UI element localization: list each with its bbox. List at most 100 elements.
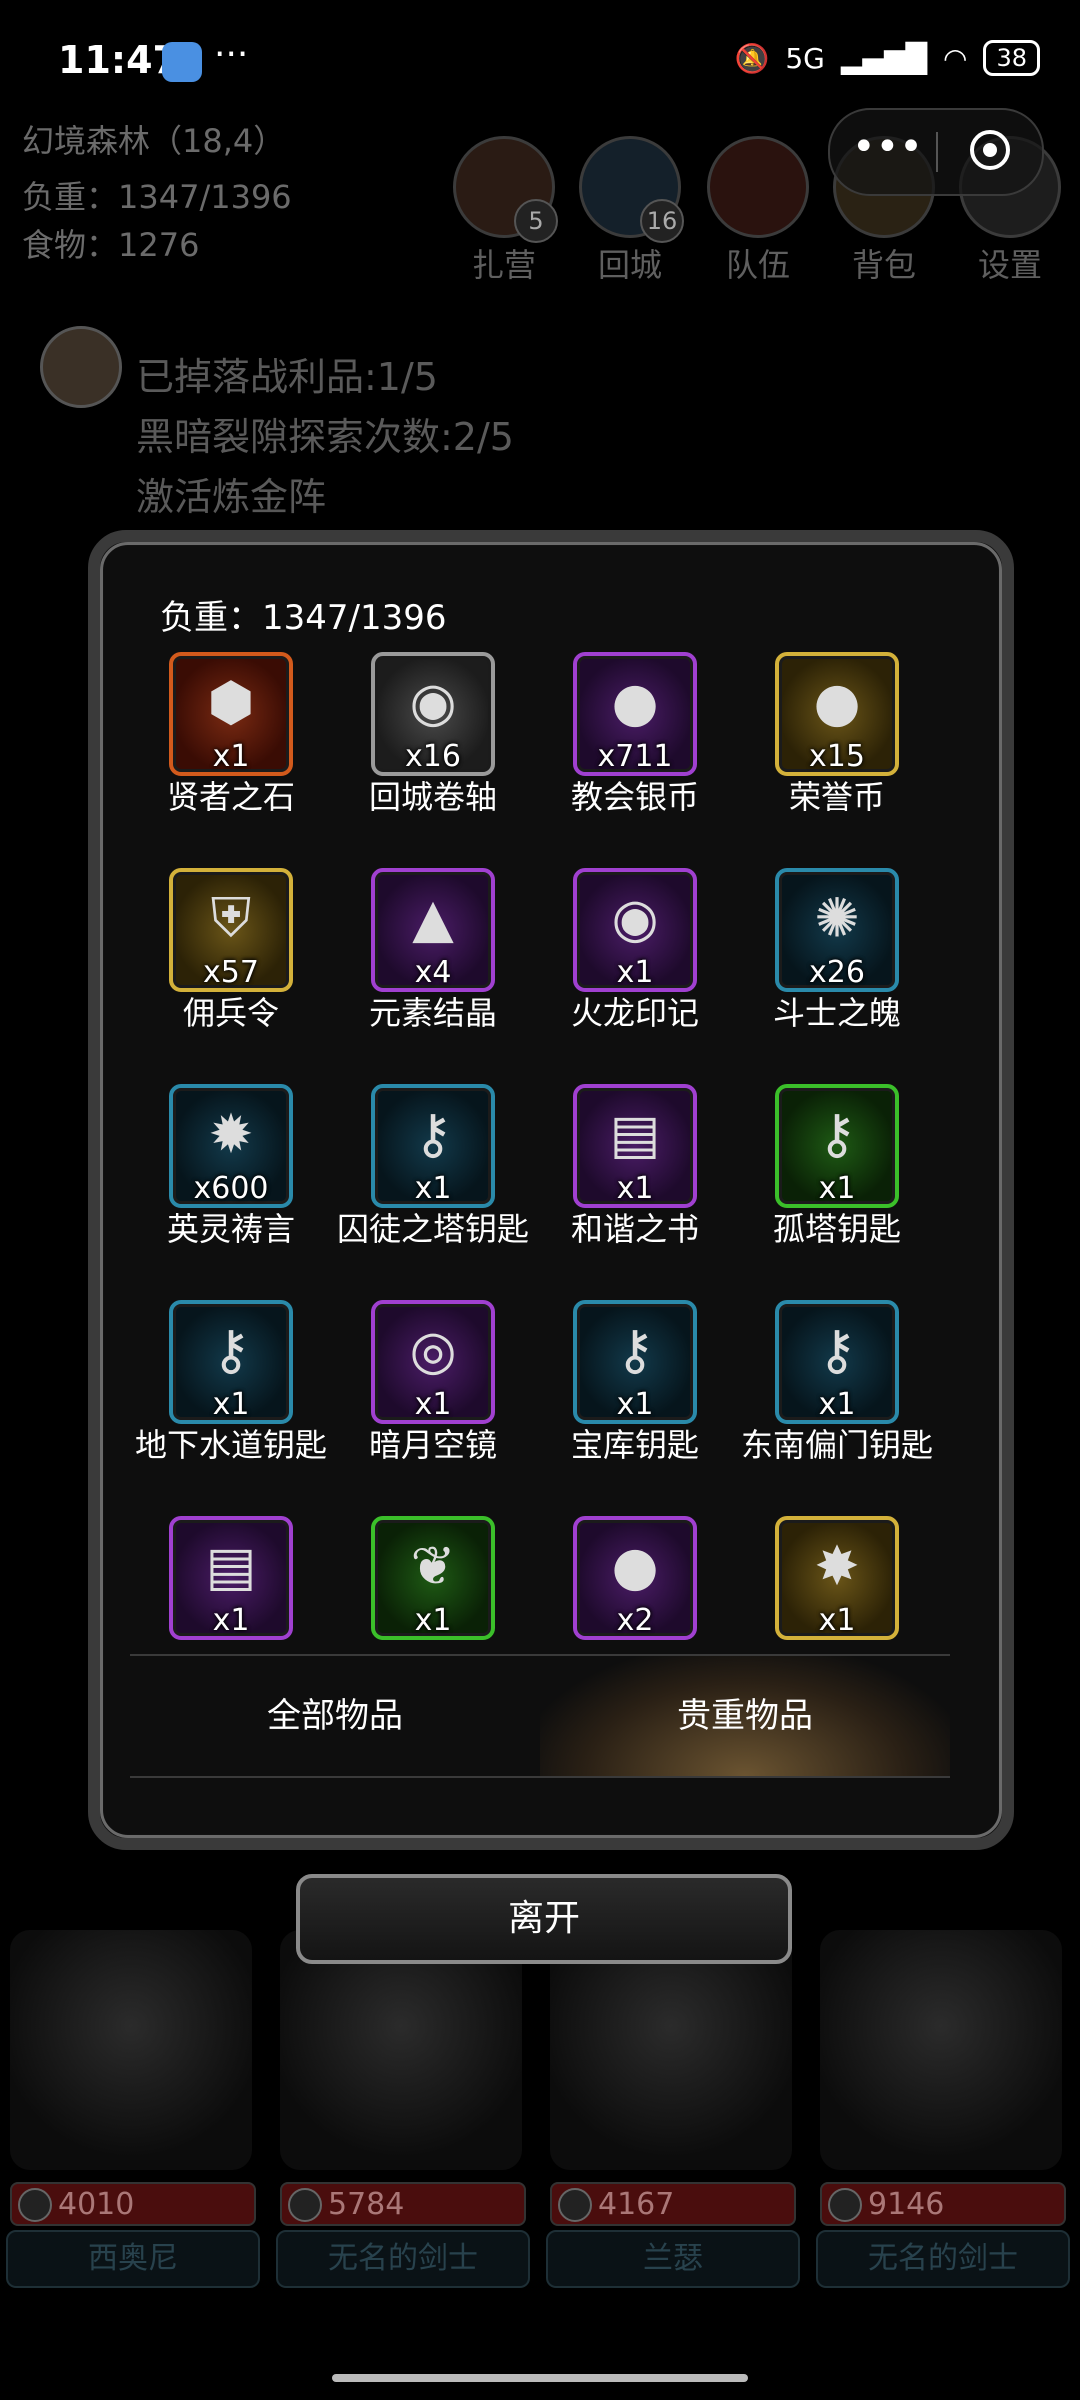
inventory-item[interactable]: ◎ x1 暗月空镜 (332, 1300, 534, 1466)
leave-button[interactable]: 离开 (296, 1874, 792, 1964)
item-quantity: x1 (818, 1387, 856, 1422)
inventory-item[interactable]: ✹ x600 英灵祷言 (130, 1084, 332, 1250)
app-notification-icon (162, 42, 202, 82)
hero-name: 无名的剑士 (816, 2230, 1070, 2288)
key-icon: ⚷ (615, 1318, 655, 1382)
hp-bar: 9146 (820, 2182, 1066, 2226)
hud-weight-label: 负重：1347/1396 (22, 178, 292, 216)
inventory-item[interactable]: ⚷ x1 囚徒之塔钥匙 (332, 1084, 534, 1250)
hp-value: 4167 (598, 2187, 675, 2222)
inventory-item[interactable]: ✸ x1 (736, 1516, 938, 1640)
inventory-item[interactable]: ❦ x1 (332, 1516, 534, 1640)
inventory-item[interactable]: ▲ x4 元素结晶 (332, 868, 534, 1034)
hero-portrait (10, 1930, 252, 2170)
item-name: 英灵祷言 (166, 1210, 295, 1248)
item-tile: ● x15 (775, 652, 899, 776)
return-town-button[interactable]: 16 回城 (578, 136, 684, 286)
camp-button[interactable]: 5 扎营 (452, 136, 558, 286)
item-name: 囚徒之塔钥匙 (336, 1210, 529, 1248)
item-name: 佣兵令 (182, 994, 279, 1032)
item-quantity: x1 (212, 1387, 250, 1422)
item-name: 宝库钥匙 (570, 1426, 699, 1464)
item-tile: ● x711 (573, 652, 697, 776)
fire-icon: ✸ (814, 1534, 860, 1598)
inventory-item[interactable]: ▤ x1 和谐之书 (534, 1084, 736, 1250)
inventory-item[interactable]: ⚷ x1 宝库钥匙 (534, 1300, 736, 1466)
coin-icon: ● (611, 1534, 659, 1598)
modal-weight-label: 负重：1347/1396 (160, 598, 447, 638)
item-tile: ◉ x16 (371, 652, 495, 776)
miniprogram-capsule: ••• (828, 108, 1044, 196)
item-tile: ⛨ x57 (169, 868, 293, 992)
inventory-item[interactable]: ⛨ x57 佣兵令 (130, 868, 332, 1034)
hp-icon (828, 2188, 862, 2222)
shield-icon: ⛨ (210, 886, 252, 950)
item-quantity: x600 (193, 1171, 269, 1206)
item-quantity: x1 (414, 1387, 452, 1422)
hero-card[interactable]: 5784 无名的剑士 (270, 1930, 532, 2288)
team-icon (707, 136, 809, 238)
key-icon: ⚷ (817, 1102, 857, 1166)
key-icon: ⚷ (211, 1318, 251, 1382)
item-quantity: x2 (616, 1603, 654, 1638)
item-quantity: x711 (597, 739, 673, 774)
item-quantity: x1 (414, 1171, 452, 1206)
item-tile: ◉ x1 (573, 868, 697, 992)
hero-portrait (820, 1930, 1062, 2170)
inventory-tabs: 全部物品 贵重物品 (130, 1654, 950, 1778)
item-quantity: x1 (414, 1603, 452, 1638)
book-icon: ▤ (609, 1102, 661, 1166)
tab-valuable-items[interactable]: 贵重物品 (540, 1656, 950, 1776)
stone-icon: ⬢ (207, 670, 255, 734)
item-quantity: x16 (405, 739, 461, 774)
more-menu-button[interactable]: ••• (852, 124, 923, 170)
signal-icon: ▂▄▆█ (840, 41, 928, 75)
inventory-item[interactable]: ● x2 (534, 1516, 736, 1640)
inventory-item[interactable]: ⚷ x1 东南偏门钥匙 (736, 1300, 938, 1466)
hp-icon (558, 2188, 592, 2222)
item-tile: ▲ x4 (371, 868, 495, 992)
hp-bar: 5784 (280, 2182, 526, 2226)
more-notifications-icon: ··· (214, 34, 249, 75)
item-tile: ⚷ x1 (775, 1300, 899, 1424)
inventory-item[interactable]: ◉ x1 火龙印记 (534, 868, 736, 1034)
inventory-item[interactable]: ⚷ x1 孤塔钥匙 (736, 1084, 938, 1250)
hp-value: 9146 (868, 2187, 945, 2222)
team-button[interactable]: 队伍 (706, 136, 810, 286)
tab-all-items[interactable]: 全部物品 (130, 1656, 540, 1776)
item-tile: ⚷ x1 (169, 1300, 293, 1424)
item-quantity: x4 (414, 955, 452, 990)
hero-portrait (280, 1930, 522, 2170)
item-tile: ✹ x600 (169, 1084, 293, 1208)
item-name: 回城卷轴 (368, 778, 497, 816)
inventory-item[interactable]: ⬢ x1 贤者之石 (130, 652, 332, 818)
hp-bar: 4167 (550, 2182, 796, 2226)
hero-card[interactable]: 4167 兰瑟 (540, 1930, 802, 2288)
coin-icon: ● (611, 670, 659, 734)
inventory-item[interactable]: ⚷ x1 地下水道钥匙 (130, 1300, 332, 1466)
home-indicator (332, 2374, 748, 2382)
hero-card[interactable]: 9146 无名的剑士 (810, 1930, 1072, 2288)
battery-indicator: 38 (983, 40, 1040, 76)
item-grid[interactable]: ⬢ x1 贤者之石 ◉ x16 回城卷轴 ● x711 教会银币 ● x15 荣誉币 ⛨ x57 佣兵令 ▲ x… (130, 652, 950, 1642)
inventory-item[interactable]: ✺ x26 斗士之魄 (736, 868, 938, 1034)
hero-card[interactable]: 4010 西奥尼 (0, 1930, 262, 2288)
inventory-item[interactable]: ● x15 荣誉币 (736, 652, 938, 818)
item-name: 地下水道钥匙 (134, 1426, 327, 1464)
hp-value: 4010 (58, 2187, 135, 2222)
item-name: 和谐之书 (570, 1210, 699, 1248)
inventory-item[interactable]: ● x711 教会银币 (534, 652, 736, 818)
item-name: 贤者之石 (166, 778, 295, 816)
item-name: 荣誉币 (788, 778, 885, 816)
team-label: 队伍 (725, 246, 790, 284)
item-name: 火龙印记 (570, 994, 699, 1032)
close-miniprogram-button[interactable] (970, 130, 1010, 170)
item-name: 东南偏门钥匙 (740, 1426, 933, 1464)
inventory-item[interactable]: ◉ x16 回城卷轴 (332, 652, 534, 818)
item-tile: ⚷ x1 (775, 1084, 899, 1208)
inventory-item[interactable]: ▤ x1 (130, 1516, 332, 1640)
status-indicators: 🔕 5G ▂▄▆█ ◠ 38 (734, 40, 1040, 76)
item-quantity: x26 (809, 955, 865, 990)
item-quantity: x1 (616, 955, 654, 990)
item-tile: ✸ x1 (775, 1516, 899, 1640)
